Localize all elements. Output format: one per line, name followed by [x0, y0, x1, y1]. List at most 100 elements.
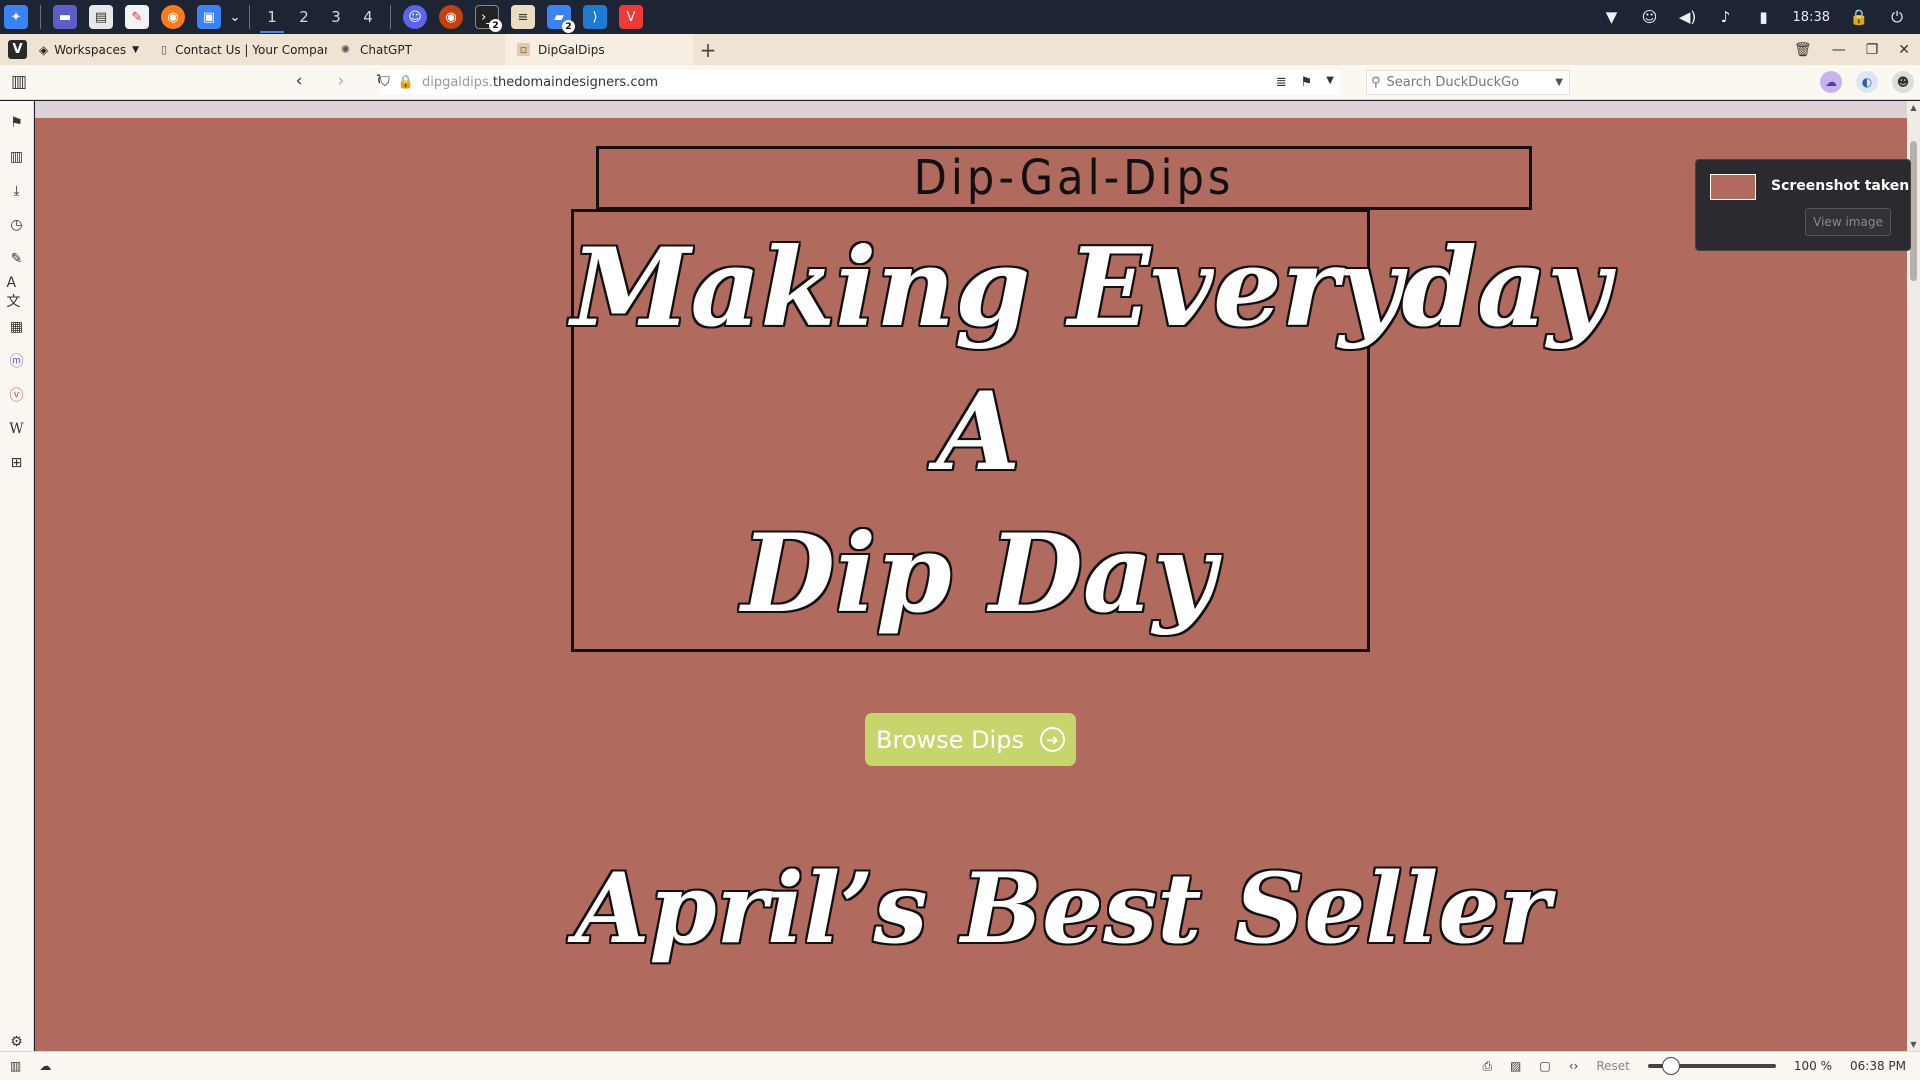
- calendar-icon[interactable]: ▦: [7, 317, 27, 336]
- workspaces-button[interactable]: ◈ Workspaces ▼: [35, 34, 149, 65]
- view-image-button[interactable]: View image: [1805, 208, 1891, 236]
- document-viewer-icon[interactable]: ✎: [125, 5, 149, 29]
- chevron-down-icon[interactable]: ▼: [1326, 75, 1334, 90]
- tracker-shield-icon[interactable]: ⛉: [380, 75, 390, 90]
- page-tiling-icon[interactable]: ▢: [1539, 1059, 1550, 1073]
- site-title[interactable]: Dip-Gal-Dips: [914, 150, 1235, 206]
- scroll-thumb[interactable]: [1910, 141, 1917, 281]
- workspace-1[interactable]: 1: [256, 0, 288, 34]
- battery-icon[interactable]: ▮: [1755, 8, 1773, 26]
- extension-icon[interactable]: ☁: [1820, 71, 1842, 93]
- wifi-icon[interactable]: ▼: [1603, 8, 1621, 26]
- workspaces-label: Workspaces: [54, 42, 127, 57]
- status-bar: ▥ ☁ ⎙ ▨ ▢ ‹› Reset 100 % 06:38 PM: [0, 1051, 1920, 1080]
- panel-toggle-icon[interactable]: ▥: [2, 72, 36, 92]
- image-toggle-icon[interactable]: ▨: [1510, 1059, 1521, 1073]
- firefox-window-icon[interactable]: ◉: [439, 5, 463, 29]
- search-placeholder: Search DuckDuckGo: [1386, 75, 1520, 90]
- power-icon[interactable]: ⏻: [1888, 8, 1906, 26]
- close-icon[interactable]: ✕: [1898, 42, 1910, 58]
- forward-icon[interactable]: ›: [324, 71, 358, 91]
- notes-icon[interactable]: ≡: [511, 5, 535, 29]
- vscode-icon[interactable]: ⟩: [583, 5, 607, 29]
- window-controls: 🗑 — ❐ ✕: [1794, 42, 1920, 58]
- capture-icon[interactable]: ⎙: [1482, 1059, 1492, 1074]
- search-field[interactable]: ⚲ Search DuckDuckGo ▼: [1366, 70, 1570, 95]
- firefox-icon[interactable]: ◉: [161, 5, 185, 29]
- zoom-reset-button[interactable]: Reset: [1596, 1059, 1630, 1073]
- file-manager-icon[interactable]: ▤: [89, 5, 113, 29]
- browse-dips-button[interactable]: Browse Dips ➜: [865, 713, 1076, 766]
- new-tab-button[interactable]: +: [693, 38, 723, 62]
- tab-dipgaldips[interactable]: ▫ DipGalDips: [505, 34, 693, 65]
- workspace-4[interactable]: 4: [352, 0, 384, 34]
- terminal-badge: 2: [489, 19, 502, 32]
- tab-label: DipGalDips: [538, 42, 605, 57]
- app-launcher-icon[interactable]: ▣: [197, 5, 221, 29]
- translate-icon[interactable]: A文: [7, 275, 27, 310]
- sync-cloud-icon[interactable]: ☁: [39, 1059, 51, 1073]
- minimize-icon[interactable]: —: [1832, 42, 1846, 58]
- panel-toggle-icon[interactable]: ▥: [10, 1059, 21, 1073]
- trash-icon[interactable]: 🗑: [1794, 42, 1812, 58]
- mastodon-icon[interactable]: ⓜ: [7, 351, 27, 370]
- page-icon: ▫: [517, 43, 530, 56]
- chevron-down-icon: ▼: [132, 44, 139, 55]
- zoom-slider-knob[interactable]: [1661, 1057, 1680, 1075]
- settings-gear-icon[interactable]: ⚙: [7, 1032, 27, 1051]
- zoom-slider[interactable]: [1647, 1057, 1776, 1075]
- tab-label: Contact Us | Your Company: [175, 42, 327, 57]
- page-top-strip: [35, 101, 1907, 118]
- tab-contact-us[interactable]: ▯ Contact Us | Your Company: [149, 34, 327, 65]
- side-panel: ⚑ ▥ ⤓ ◷ ✎ A文 ▦ ⓜ ⓥ W ⊞ ⚙: [0, 101, 34, 1051]
- bookmarks-icon[interactable]: ⚑: [7, 113, 27, 132]
- reading-list-icon[interactable]: ▥: [7, 147, 27, 166]
- chevron-down-icon[interactable]: ▼: [1555, 77, 1569, 88]
- bookmark-icon[interactable]: ⚑: [1301, 75, 1313, 90]
- vivaldi-menu-button[interactable]: V: [8, 40, 27, 59]
- add-panel-icon[interactable]: ⊞: [7, 453, 27, 472]
- taskbar-separator: [390, 5, 391, 29]
- tab-chatgpt[interactable]: ✺ ChatGPT: [327, 34, 505, 65]
- url-field[interactable]: ⛉ 🔒 dipgaldips.thedomaindesigners.com ≣ …: [380, 70, 1340, 95]
- history-icon[interactable]: ◷: [7, 215, 27, 234]
- terminal-icon[interactable]: ›_ 2: [475, 5, 502, 32]
- zoom-level: 100 %: [1793, 1059, 1832, 1073]
- chevron-down-icon[interactable]: ⌄: [229, 5, 241, 29]
- web-page: Dip-Gal-Dips Making Everyday A Dip Day B…: [35, 101, 1907, 1051]
- screenshot-thumbnail: [1710, 174, 1756, 200]
- vivaldi-panel-icon[interactable]: ⓥ: [7, 385, 27, 404]
- restore-icon[interactable]: ❐: [1866, 42, 1879, 58]
- vivaldi-icon[interactable]: V: [619, 5, 643, 29]
- workspace-2[interactable]: 2: [288, 0, 320, 34]
- workspace-3[interactable]: 3: [320, 0, 352, 34]
- lock-icon[interactable]: 🔒: [1850, 8, 1869, 26]
- reader-view-icon[interactable]: ≣: [1276, 75, 1287, 90]
- screenshot-notification: Screenshot taken View image: [1695, 159, 1911, 251]
- start-menu-icon[interactable]: ✦: [4, 5, 28, 29]
- taskbar-separator: [249, 5, 250, 29]
- site-header-box: Dip-Gal-Dips: [596, 146, 1532, 210]
- downloads-icon[interactable]: ⤓: [7, 181, 27, 200]
- discord-icon[interactable]: ☺: [403, 5, 427, 29]
- notification-title: Screenshot taken: [1771, 178, 1910, 194]
- desktop-icon[interactable]: ▬: [53, 5, 77, 29]
- folder-icon[interactable]: ▰ 2: [547, 5, 575, 33]
- discord-tray-icon[interactable]: ☺: [1641, 8, 1659, 26]
- padlock-icon[interactable]: 🔒: [398, 75, 414, 90]
- volume-icon[interactable]: ◀): [1679, 8, 1697, 26]
- vpn-icon[interactable]: ◐: [1856, 71, 1878, 93]
- hero-line-3: Dip Day: [741, 511, 1216, 637]
- code-icon[interactable]: ‹›: [1569, 1059, 1579, 1073]
- notes-icon[interactable]: ✎: [7, 249, 27, 268]
- back-icon[interactable]: ‹: [282, 71, 316, 91]
- best-seller-heading: April’s Best Seller: [575, 852, 1551, 965]
- profile-avatar-icon[interactable]: ☻: [1892, 71, 1914, 93]
- taskbar-separator: [40, 5, 41, 29]
- scroll-down-icon[interactable]: ▼: [1907, 1040, 1920, 1049]
- bell-icon[interactable]: ♪: [1717, 8, 1735, 26]
- scroll-up-icon[interactable]: ▲: [1907, 103, 1920, 112]
- wikipedia-icon[interactable]: W: [7, 419, 27, 438]
- arrow-right-circle-icon: ➜: [1039, 727, 1065, 752]
- clock[interactable]: 18:38: [1793, 10, 1830, 25]
